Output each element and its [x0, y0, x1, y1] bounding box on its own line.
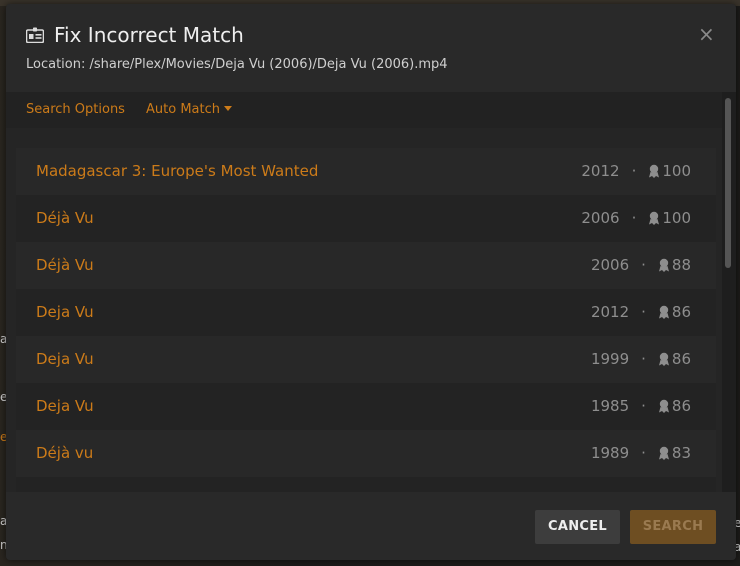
results-list: Madagascar 3: Europe's Most Wanted 2012 …	[6, 128, 722, 492]
result-year: 2006	[590, 256, 630, 274]
dialog-header: Fix Incorrect Match Location: /share/Ple…	[6, 4, 736, 92]
result-score: 100	[662, 162, 691, 180]
id-card-icon	[26, 27, 44, 43]
auto-match-label: Auto Match	[146, 102, 220, 117]
result-year: 2006	[581, 209, 620, 227]
results-scrollbar[interactable]	[722, 92, 736, 492]
result-title: Déjà Vu	[36, 209, 94, 227]
result-meta: 2012 · 100	[581, 162, 691, 180]
caret-down-icon	[223, 106, 232, 111]
result-row[interactable]: Deja Vu 1999 · 86	[16, 336, 716, 383]
award-icon	[658, 399, 669, 413]
award-icon	[658, 352, 669, 366]
result-score: 86	[671, 350, 691, 368]
award-icon	[658, 446, 669, 460]
result-meta: 1985 · 86	[591, 397, 691, 415]
meta-separator: ·	[631, 162, 637, 180]
result-year: 1989	[590, 444, 630, 462]
meta-separator: ·	[641, 256, 646, 274]
result-meta: 1999 · 86	[591, 350, 691, 368]
result-title: Deja Vu	[36, 397, 94, 415]
meta-separator: ·	[641, 397, 646, 415]
meta-separator: ·	[641, 350, 646, 368]
result-meta: 2012 · 86	[591, 303, 691, 321]
dialog-footer: CANCEL SEARCH	[6, 492, 736, 560]
result-year: 1985	[590, 397, 630, 415]
result-meta: 1989 · 83	[591, 444, 691, 462]
fix-match-dialog: Fix Incorrect Match Location: /share/Ple…	[6, 4, 736, 560]
result-meta: 2006 · 100	[581, 209, 691, 227]
result-row-partial[interactable]	[16, 477, 716, 492]
auto-match-dropdown[interactable]: Auto Match	[146, 102, 232, 117]
award-icon	[658, 258, 669, 272]
result-title: Deja Vu	[36, 303, 94, 321]
search-options-link[interactable]: Search Options	[26, 102, 125, 117]
award-icon	[649, 164, 660, 178]
award-icon	[649, 211, 660, 225]
result-title: Madagascar 3: Europe's Most Wanted	[36, 162, 319, 180]
meta-separator: ·	[641, 303, 646, 321]
result-row[interactable]: Madagascar 3: Europe's Most Wanted 2012 …	[16, 148, 716, 195]
result-year: 2012	[581, 162, 620, 180]
result-row[interactable]: Deja Vu 1985 · 86	[16, 383, 716, 430]
result-score: 100	[662, 209, 691, 227]
result-row[interactable]: Déjà Vu 2006 · 88	[16, 242, 716, 289]
search-button[interactable]: SEARCH	[630, 510, 716, 544]
result-row[interactable]: Déjà Vu 2006 · 100	[16, 195, 716, 242]
result-score: 86	[671, 303, 691, 321]
result-title: Déjà vu	[36, 444, 94, 462]
result-title: Deja Vu	[36, 350, 94, 368]
award-icon	[658, 305, 669, 319]
result-row[interactable]: Deja Vu 2012 · 86	[16, 289, 716, 336]
result-row[interactable]: Déjà vu 1989 · 83	[16, 430, 716, 477]
meta-separator: ·	[641, 444, 646, 462]
scrollbar-thumb[interactable]	[725, 98, 731, 268]
cancel-button[interactable]: CANCEL	[535, 510, 620, 544]
result-year: 1999	[590, 350, 630, 368]
result-meta: 2006 · 88	[591, 256, 691, 274]
result-score: 88	[671, 256, 691, 274]
close-icon[interactable]: ×	[698, 24, 715, 44]
file-location: Location: /share/Plex/Movies/Deja Vu (20…	[26, 57, 448, 72]
result-score: 86	[671, 397, 691, 415]
result-year: 2012	[590, 303, 630, 321]
meta-separator: ·	[631, 209, 637, 227]
result-score: 83	[671, 444, 691, 462]
search-options-bar: Search Options Auto Match	[6, 92, 736, 128]
dialog-title: Fix Incorrect Match	[54, 23, 244, 47]
result-title: Déjà Vu	[36, 256, 94, 274]
